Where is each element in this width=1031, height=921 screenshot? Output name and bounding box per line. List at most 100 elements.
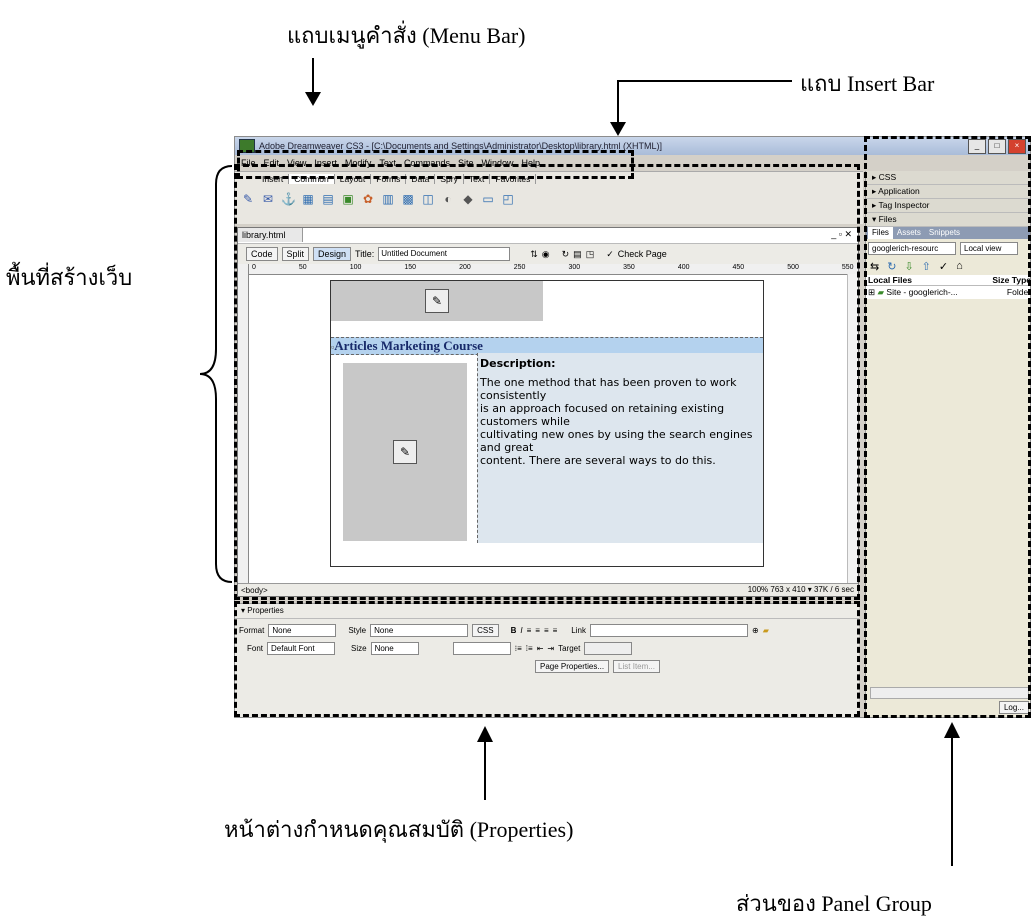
refresh-icon[interactable]: ↻ [562,249,570,260]
vertical-scrollbar[interactable] [847,274,858,584]
menu-window[interactable]: Window [481,158,513,168]
comment-icon[interactable]: ◫ [421,192,435,206]
file-management-icon[interactable]: ⇅ [530,249,538,260]
panel-css[interactable]: ▸ CSS [866,171,1030,185]
menu-site[interactable]: Site [458,158,474,168]
link-input[interactable] [589,624,748,637]
script-icon[interactable]: ◆ [461,192,475,206]
menu-commands[interactable]: Commands [404,158,450,168]
size-select[interactable]: None [370,642,419,655]
refresh-icon[interactable]: ↻ [887,260,896,273]
templates-icon[interactable]: ▭ [481,192,495,206]
browse-folder-icon[interactable]: ▰ [763,626,769,635]
head-icon[interactable]: ◐ [441,192,455,206]
align-left-icon[interactable]: ≡ [527,626,532,635]
tab-snippets[interactable]: Snippets [925,227,964,239]
menu-edit[interactable]: Edit [264,158,280,168]
view-select[interactable]: Local view [960,242,1018,255]
site-row[interactable]: ⊞ ▰ Site - googlerich-... Folder [866,286,1030,299]
title-input[interactable]: Untitled Document [378,247,511,261]
email-link-icon[interactable]: ✉ [261,192,275,206]
tag-chooser-icon[interactable]: ◰ [501,192,515,206]
target-label: Target [558,644,581,653]
bold-button[interactable]: B [511,626,517,635]
horizontal-scrollbar[interactable] [870,687,1029,699]
banner-image-placeholder[interactable]: ✎ [331,281,543,321]
date-icon[interactable]: ▥ [381,192,395,206]
tab-insert[interactable]: Insert [257,174,290,184]
check-out-icon[interactable]: ✓ [939,260,948,273]
list-item-button[interactable]: List Item... [613,660,660,673]
column-local-files[interactable]: Local Files [868,275,912,285]
tab-forms[interactable]: Forms [371,174,407,184]
media-icon[interactable]: ✿ [361,192,375,206]
justify-icon[interactable]: ≡ [553,626,558,635]
css-button[interactable]: CSS [472,624,499,637]
align-right-icon[interactable]: ≡ [544,626,549,635]
page-properties-button[interactable]: Page Properties... [535,660,610,673]
target-select[interactable] [584,642,633,655]
tab-text[interactable]: Text [464,174,491,184]
visual-aids-icon[interactable]: ◳ [586,249,595,260]
split-view-button[interactable]: Split [281,247,310,261]
site-select[interactable]: googlerich-resourc [868,242,956,255]
log-button[interactable]: Log... [998,701,1029,714]
insert-bar: Insert Common Layout Forms Data Spry Tex… [235,171,863,224]
design-view-button[interactable]: Design [313,247,352,261]
document-controls[interactable]: _ ▫ ✕ [831,229,852,240]
minimize-button[interactable]: _ [968,139,986,154]
preview-icon[interactable]: ◉ [542,249,550,260]
hyperlink-icon[interactable]: ✎ [241,192,255,206]
outdent-icon[interactable]: ⇤ [537,644,544,653]
unordered-list-icon[interactable]: ⁝≡ [515,644,522,653]
color-input[interactable] [452,642,511,655]
panel-application[interactable]: ▸ Application [866,185,1030,199]
code-view-button[interactable]: Code [246,247,278,261]
column-type[interactable]: Type [1012,275,1030,285]
menu-insert[interactable]: Insert [314,158,337,168]
image-icon[interactable]: ▣ [341,192,355,206]
panel-application-label: Application [878,186,920,196]
panel-files[interactable]: ▾ Files [866,213,1030,227]
menu-help[interactable]: Help [521,158,540,168]
tab-assets[interactable]: Assets [893,227,925,239]
put-files-icon[interactable]: ⇧ [922,260,931,273]
indent-icon[interactable]: ⇥ [547,644,554,653]
font-select[interactable]: Default Font [267,642,336,655]
panel-tag-inspector[interactable]: ▸ Tag Inspector [866,199,1030,213]
column-size[interactable]: Size [992,275,1009,285]
menu-text[interactable]: Text [379,158,396,168]
menu-modify[interactable]: Modify [345,158,372,168]
menu-view[interactable]: View [287,158,306,168]
tab-data[interactable]: Data [406,174,436,184]
get-files-icon[interactable]: ⇩ [904,260,913,273]
style-select[interactable]: None [370,624,469,637]
ordered-list-icon[interactable]: ⁞≡ [526,644,533,653]
named-anchor-icon[interactable]: ⚓ [281,192,296,206]
point-to-file-icon[interactable]: ⊕ [752,626,759,635]
menu-file[interactable]: File [241,158,256,168]
close-button[interactable]: × [1008,139,1026,154]
div-icon[interactable]: ▤ [321,192,335,206]
server-include-icon[interactable]: ▩ [401,192,415,206]
tag-selector[interactable]: <body> [241,586,268,595]
insert-icon-row: ✎ ✉ ⚓ ▦ ▤ ▣ ✿ ▥ ▩ ◫ ◐ ◆ ▭ ◰ [235,186,863,206]
validate-icon[interactable]: ✓ [606,249,614,260]
tab-spry[interactable]: Spry [435,174,464,184]
align-center-icon[interactable]: ≡ [535,626,540,635]
connect-icon[interactable]: ⇆ [870,260,879,273]
table-icon[interactable]: ▦ [301,192,315,206]
italic-button[interactable]: I [520,626,522,635]
tab-layout[interactable]: Layout [335,174,372,184]
tab-common[interactable]: Common [289,174,335,184]
maximize-button[interactable]: □ [988,139,1006,154]
check-page-button[interactable]: Check Page [618,249,667,259]
tab-files[interactable]: Files [868,227,893,239]
tab-favorites[interactable]: Favorites [490,174,537,184]
view-options-icon[interactable]: ▤ [573,249,582,260]
format-select[interactable]: None [268,624,337,637]
properties-header[interactable]: ▾ Properties [235,604,859,619]
check-in-icon[interactable]: ⌂ [956,260,963,273]
product-image-placeholder[interactable]: ✎ [343,363,467,541]
document-tab[interactable]: library.html [238,228,303,242]
